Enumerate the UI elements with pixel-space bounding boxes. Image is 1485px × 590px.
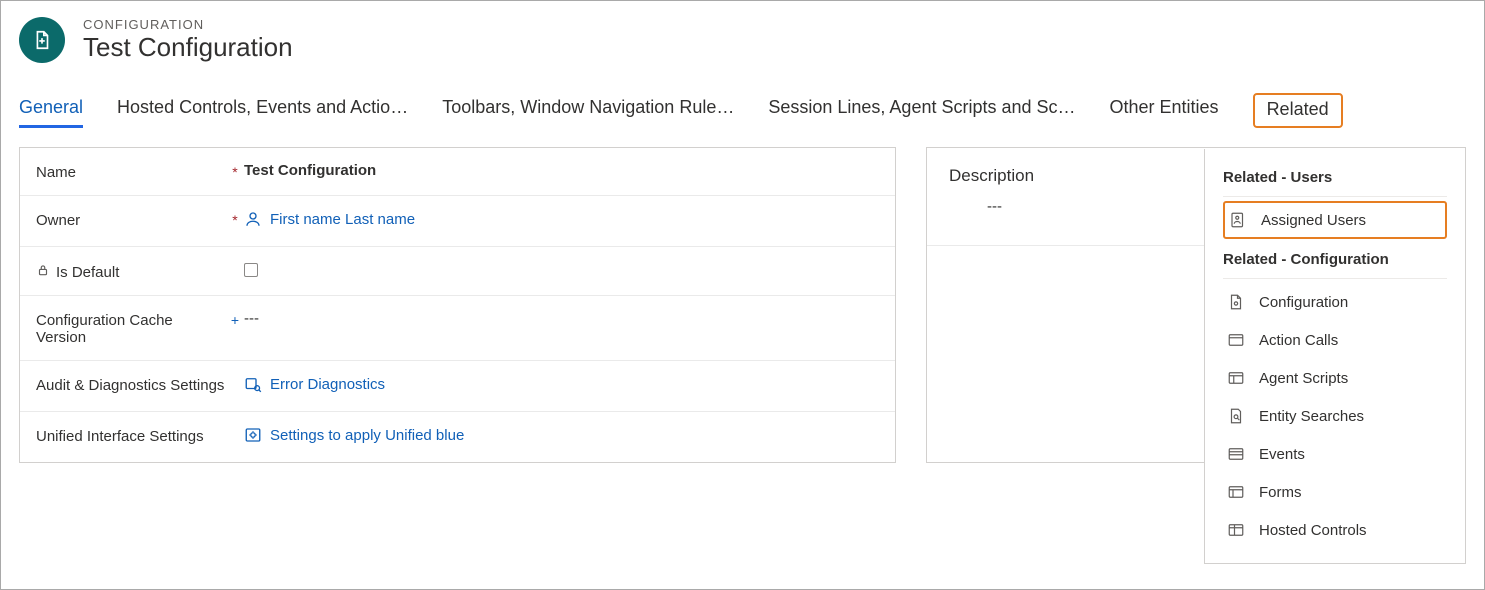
layout-icon <box>1227 369 1245 387</box>
page-header: CONFIGURATION Test Configuration <box>1 1 1484 75</box>
required-mark: * <box>226 162 244 180</box>
related-group-configuration: Related - Configuration <box>1223 243 1447 279</box>
audit-settings-link[interactable]: Error Diagnostics <box>244 375 385 393</box>
menu-item-hosted-controls[interactable]: Hosted Controls <box>1223 511 1447 549</box>
window-icon <box>1227 331 1245 349</box>
field-label-audit-settings: Audit & Diagnostics Settings <box>36 375 226 394</box>
owner-name: First name Last name <box>270 211 415 228</box>
person-icon <box>244 210 262 228</box>
field-row-name: Name * Test Configuration <box>20 148 895 196</box>
field-label-owner: Owner <box>36 210 226 229</box>
users-icon <box>1229 211 1247 229</box>
search-document-icon <box>1227 407 1245 425</box>
tab-other-entities[interactable]: Other Entities <box>1110 93 1219 128</box>
required-mark: * <box>226 210 244 228</box>
menu-item-agent-scripts[interactable]: Agent Scripts <box>1223 359 1447 397</box>
lock-icon <box>36 263 50 281</box>
general-form-panel: Name * Test Configuration Owner * First … <box>19 147 896 463</box>
entity-document-icon <box>19 17 65 63</box>
grid-icon <box>1227 521 1245 539</box>
field-label-is-default: Is Default <box>36 261 226 281</box>
field-value-cache-version[interactable]: --- <box>244 310 879 327</box>
recommended-mark: + <box>226 310 244 328</box>
menu-item-assigned-users[interactable]: Assigned Users <box>1223 201 1447 239</box>
menu-item-entity-searches[interactable]: Entity Searches <box>1223 397 1447 435</box>
field-value-owner[interactable]: First name Last name <box>244 210 879 232</box>
form-icon <box>1227 483 1245 501</box>
menu-item-events[interactable]: Events <box>1223 435 1447 473</box>
field-row-unified-settings: Unified Interface Settings Settings to a… <box>20 412 895 462</box>
breadcrumb: CONFIGURATION <box>83 17 293 32</box>
field-label-unified-settings: Unified Interface Settings <box>36 426 226 445</box>
field-row-owner: Owner * First name Last name <box>20 196 895 247</box>
menu-item-forms[interactable]: Forms <box>1223 473 1447 511</box>
tab-session-lines[interactable]: Session Lines, Agent Scripts and Sc… <box>768 93 1075 128</box>
field-label-cache-version: Configuration Cache Version <box>36 310 226 346</box>
field-value-audit-settings[interactable]: Error Diagnostics <box>244 375 879 397</box>
is-default-checkbox[interactable] <box>244 263 258 277</box>
field-label-name: Name <box>36 162 226 181</box>
settings-link-icon <box>244 426 262 444</box>
field-value-unified-settings[interactable]: Settings to apply Unified blue <box>244 426 879 448</box>
tab-related[interactable]: Related <box>1253 93 1343 128</box>
menu-item-configuration[interactable]: Configuration <box>1223 283 1447 321</box>
related-dropdown-menu: Related - Users Assigned Users Related -… <box>1204 149 1466 564</box>
field-row-audit-settings: Audit & Diagnostics Settings Error Diagn… <box>20 361 895 412</box>
menu-item-action-calls[interactable]: Action Calls <box>1223 321 1447 359</box>
related-group-users: Related - Users <box>1223 161 1447 197</box>
document-gear-icon <box>1227 293 1245 311</box>
tab-toolbars[interactable]: Toolbars, Window Navigation Rule… <box>442 93 734 128</box>
owner-lookup-link[interactable]: First name Last name <box>244 210 415 228</box>
page-title: Test Configuration <box>83 32 293 63</box>
field-row-is-default: Is Default <box>20 247 895 296</box>
tab-general[interactable]: General <box>19 93 83 128</box>
tab-bar: General Hosted Controls, Events and Acti… <box>1 93 1484 129</box>
diagnostics-icon <box>244 375 262 393</box>
unified-settings-link[interactable]: Settings to apply Unified blue <box>244 426 464 444</box>
field-value-name[interactable]: Test Configuration <box>244 162 879 179</box>
list-icon <box>1227 445 1245 463</box>
field-value-is-default <box>244 261 879 281</box>
field-row-cache-version: Configuration Cache Version + --- <box>20 296 895 361</box>
tab-hosted-controls[interactable]: Hosted Controls, Events and Actio… <box>117 93 408 128</box>
